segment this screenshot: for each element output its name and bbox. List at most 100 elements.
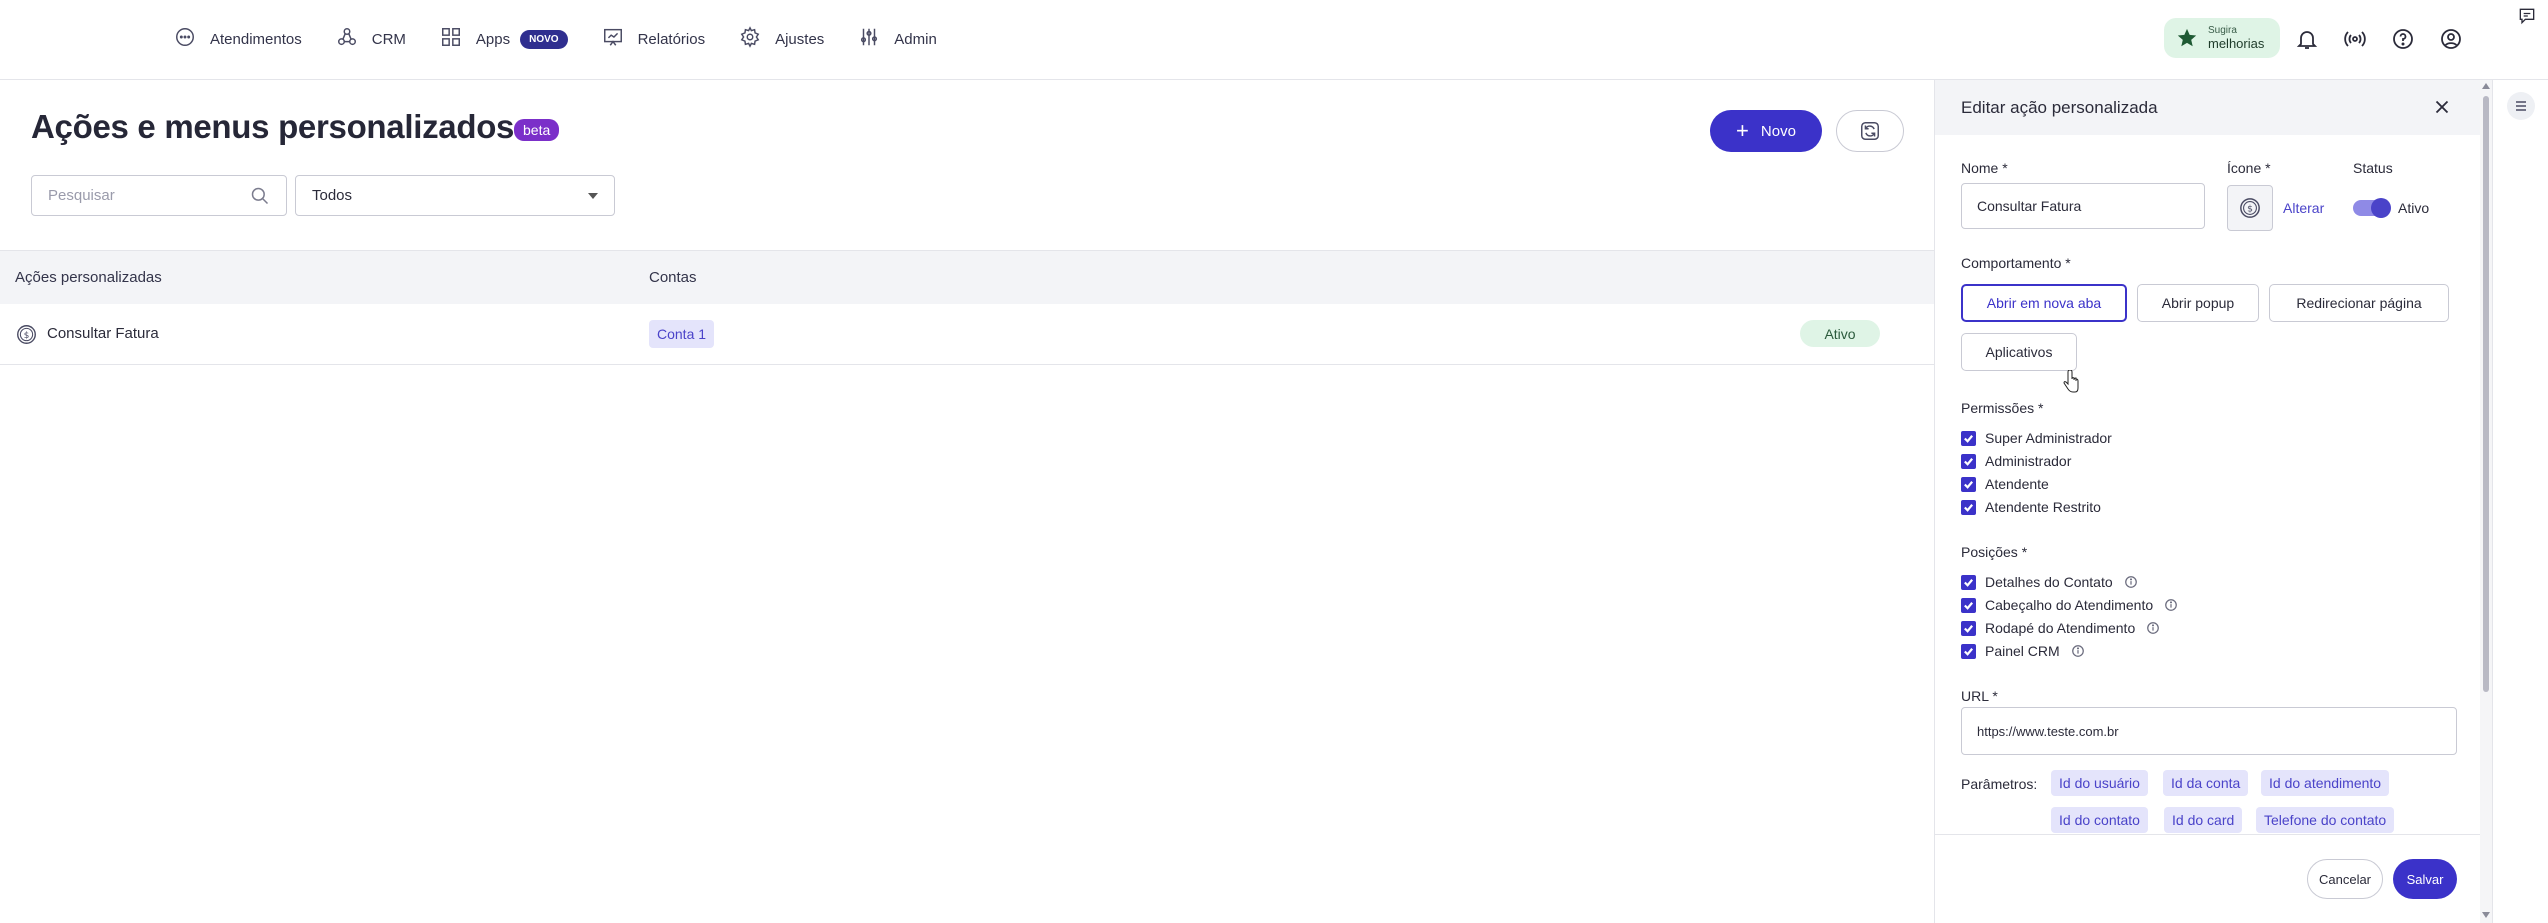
- panel-header: Editar ação personalizada: [1935, 80, 2483, 135]
- param-chip[interactable]: Id do usuário: [2051, 770, 2148, 796]
- status-toggle[interactable]: [2353, 198, 2391, 218]
- gear-icon: [739, 26, 761, 52]
- help-icon[interactable]: [2391, 27, 2415, 51]
- column-header-actions[interactable]: Ações personalizadas: [15, 269, 162, 286]
- behavior-option-new-tab[interactable]: Abrir em nova aba: [1961, 284, 2127, 322]
- bell-icon[interactable]: [2295, 27, 2319, 51]
- dollar-circle-icon: $: [16, 324, 37, 345]
- url-label: URL *: [1961, 688, 1998, 704]
- permissions-label: Permissões *: [1961, 400, 2044, 416]
- position-checkbox[interactable]: Cabeçalho do Atendimento: [1961, 597, 2178, 613]
- nav-atendimentos[interactable]: Atendimentos: [174, 26, 302, 52]
- nav-label: Atendimentos: [210, 30, 302, 48]
- scrollbar-thumb[interactable]: [2483, 96, 2489, 692]
- behavior-option-redirect[interactable]: Redirecionar página: [2269, 284, 2449, 322]
- param-chip[interactable]: Telefone do contato: [2256, 807, 2395, 833]
- status-toggle-label: Ativo: [2398, 200, 2430, 216]
- nav-crm[interactable]: CRM: [336, 26, 406, 52]
- column-header-accounts[interactable]: Contas: [649, 269, 697, 286]
- search-field[interactable]: [31, 175, 287, 216]
- position-checkbox[interactable]: Painel CRM: [1961, 643, 2085, 659]
- new-button[interactable]: + Novo: [1710, 110, 1822, 152]
- icon-preview[interactable]: $: [2227, 185, 2273, 231]
- position-checkbox[interactable]: Detalhes do Contato: [1961, 574, 2138, 590]
- status-badge: Ativo: [1800, 320, 1880, 347]
- nav-label: Ajustes: [775, 30, 825, 48]
- permission-checkbox[interactable]: Administrador: [1961, 453, 2071, 469]
- panel-scrollbar[interactable]: [2480, 80, 2492, 923]
- info-icon[interactable]: [2071, 644, 2085, 658]
- checkbox-checked[interactable]: [1961, 453, 1976, 469]
- scroll-down-arrow[interactable]: [2482, 912, 2490, 918]
- top-navigation-bar: Atendimentos CRM Apps NOVO Relatórios Aj…: [0, 0, 2548, 80]
- param-chip[interactable]: Id do atendimento: [2261, 770, 2390, 796]
- close-icon[interactable]: [2431, 96, 2453, 118]
- search-input[interactable]: [32, 176, 232, 215]
- permission-checkbox[interactable]: Super Administrador: [1961, 430, 2112, 446]
- nav-label: Apps: [475, 30, 511, 48]
- dollar-circle-icon: $: [2240, 198, 2260, 218]
- checkbox-checked[interactable]: [1961, 430, 1976, 446]
- table-row[interactable]: $ Consultar Fatura Conta 1 Ativo: [0, 304, 1934, 365]
- url-input[interactable]: [1962, 708, 2456, 754]
- checkbox-checked[interactable]: [1961, 476, 1976, 492]
- info-icon[interactable]: [2146, 621, 2160, 635]
- info-icon[interactable]: [2124, 575, 2138, 589]
- search-icon[interactable]: [250, 186, 270, 206]
- nav-relatorios[interactable]: Relatórios: [602, 26, 706, 52]
- permission-label: Atendente Restrito: [1985, 499, 2101, 515]
- row-action-name: Consultar Fatura: [47, 325, 159, 342]
- permission-label: Super Administrador: [1985, 430, 2112, 446]
- feedback-chat-icon[interactable]: [2517, 6, 2537, 26]
- side-rail: [2492, 80, 2548, 923]
- sliders-icon: [858, 26, 880, 52]
- nav-apps[interactable]: Apps NOVO: [440, 26, 568, 52]
- refresh-icon: [1861, 122, 1879, 140]
- main-nav: Atendimentos CRM Apps NOVO Relatórios Aj…: [174, 0, 937, 78]
- apps-grid-icon: [440, 26, 462, 52]
- user-account-icon[interactable]: [2439, 27, 2463, 51]
- scroll-up-arrow[interactable]: [2482, 83, 2490, 89]
- nav-label: CRM: [371, 30, 406, 48]
- page-title: Ações e menus personalizados: [31, 108, 515, 145]
- checkbox-checked[interactable]: [1961, 620, 1976, 636]
- params-label: Parâmetros:: [1961, 776, 2038, 792]
- position-checkbox[interactable]: Rodapé do Atendimento: [1961, 620, 2160, 636]
- info-icon[interactable]: [2164, 598, 2178, 612]
- checkbox-checked[interactable]: [1961, 499, 1976, 515]
- suggest-improvements-button[interactable]: Sugira melhorias: [2164, 18, 2280, 58]
- position-label: Cabeçalho do Atendimento: [1985, 597, 2154, 613]
- param-chip[interactable]: Id do card: [2164, 807, 2243, 833]
- behavior-option-apps[interactable]: Aplicativos: [1961, 333, 2077, 371]
- new-badge: NOVO: [520, 29, 568, 49]
- nav-label: Relatórios: [637, 30, 706, 48]
- permission-checkbox[interactable]: Atendente: [1961, 476, 2049, 492]
- name-field[interactable]: [1961, 183, 2205, 229]
- param-chip[interactable]: Id da conta: [2163, 770, 2249, 796]
- position-label: Painel CRM: [1985, 643, 2060, 659]
- checkbox-checked[interactable]: [1961, 643, 1976, 659]
- checkbox-checked[interactable]: [1961, 597, 1976, 613]
- broadcast-icon[interactable]: [2343, 27, 2367, 51]
- panel-footer-divider: [1935, 834, 2483, 835]
- checkbox-checked[interactable]: [1961, 574, 1976, 590]
- change-icon-link[interactable]: Alterar: [2283, 200, 2324, 216]
- mouse-pointer-icon: [2063, 370, 2079, 393]
- filter-select[interactable]: Todos: [295, 175, 615, 216]
- behavior-option-popup[interactable]: Abrir popup: [2137, 284, 2259, 322]
- refresh-button[interactable]: [1836, 110, 1904, 152]
- param-chip[interactable]: Id do contato: [2051, 807, 2148, 833]
- menu-list-icon[interactable]: [2507, 92, 2535, 120]
- name-input[interactable]: [1962, 184, 2204, 228]
- nav-admin[interactable]: Admin: [858, 26, 937, 52]
- row-account-badge: Conta 1: [649, 320, 715, 348]
- svg-text:$: $: [2247, 204, 2253, 215]
- url-field[interactable]: [1961, 707, 2457, 755]
- save-button[interactable]: Salvar: [2393, 859, 2457, 899]
- plus-icon: +: [1736, 118, 1749, 143]
- cancel-button[interactable]: Cancelar: [2307, 859, 2383, 899]
- name-label: Nome *: [1961, 160, 2008, 176]
- permission-checkbox[interactable]: Atendente Restrito: [1961, 499, 2101, 515]
- edit-action-panel: Editar ação personalizada Nome * Ícone *…: [1934, 80, 2484, 923]
- nav-ajustes[interactable]: Ajustes: [739, 26, 824, 52]
